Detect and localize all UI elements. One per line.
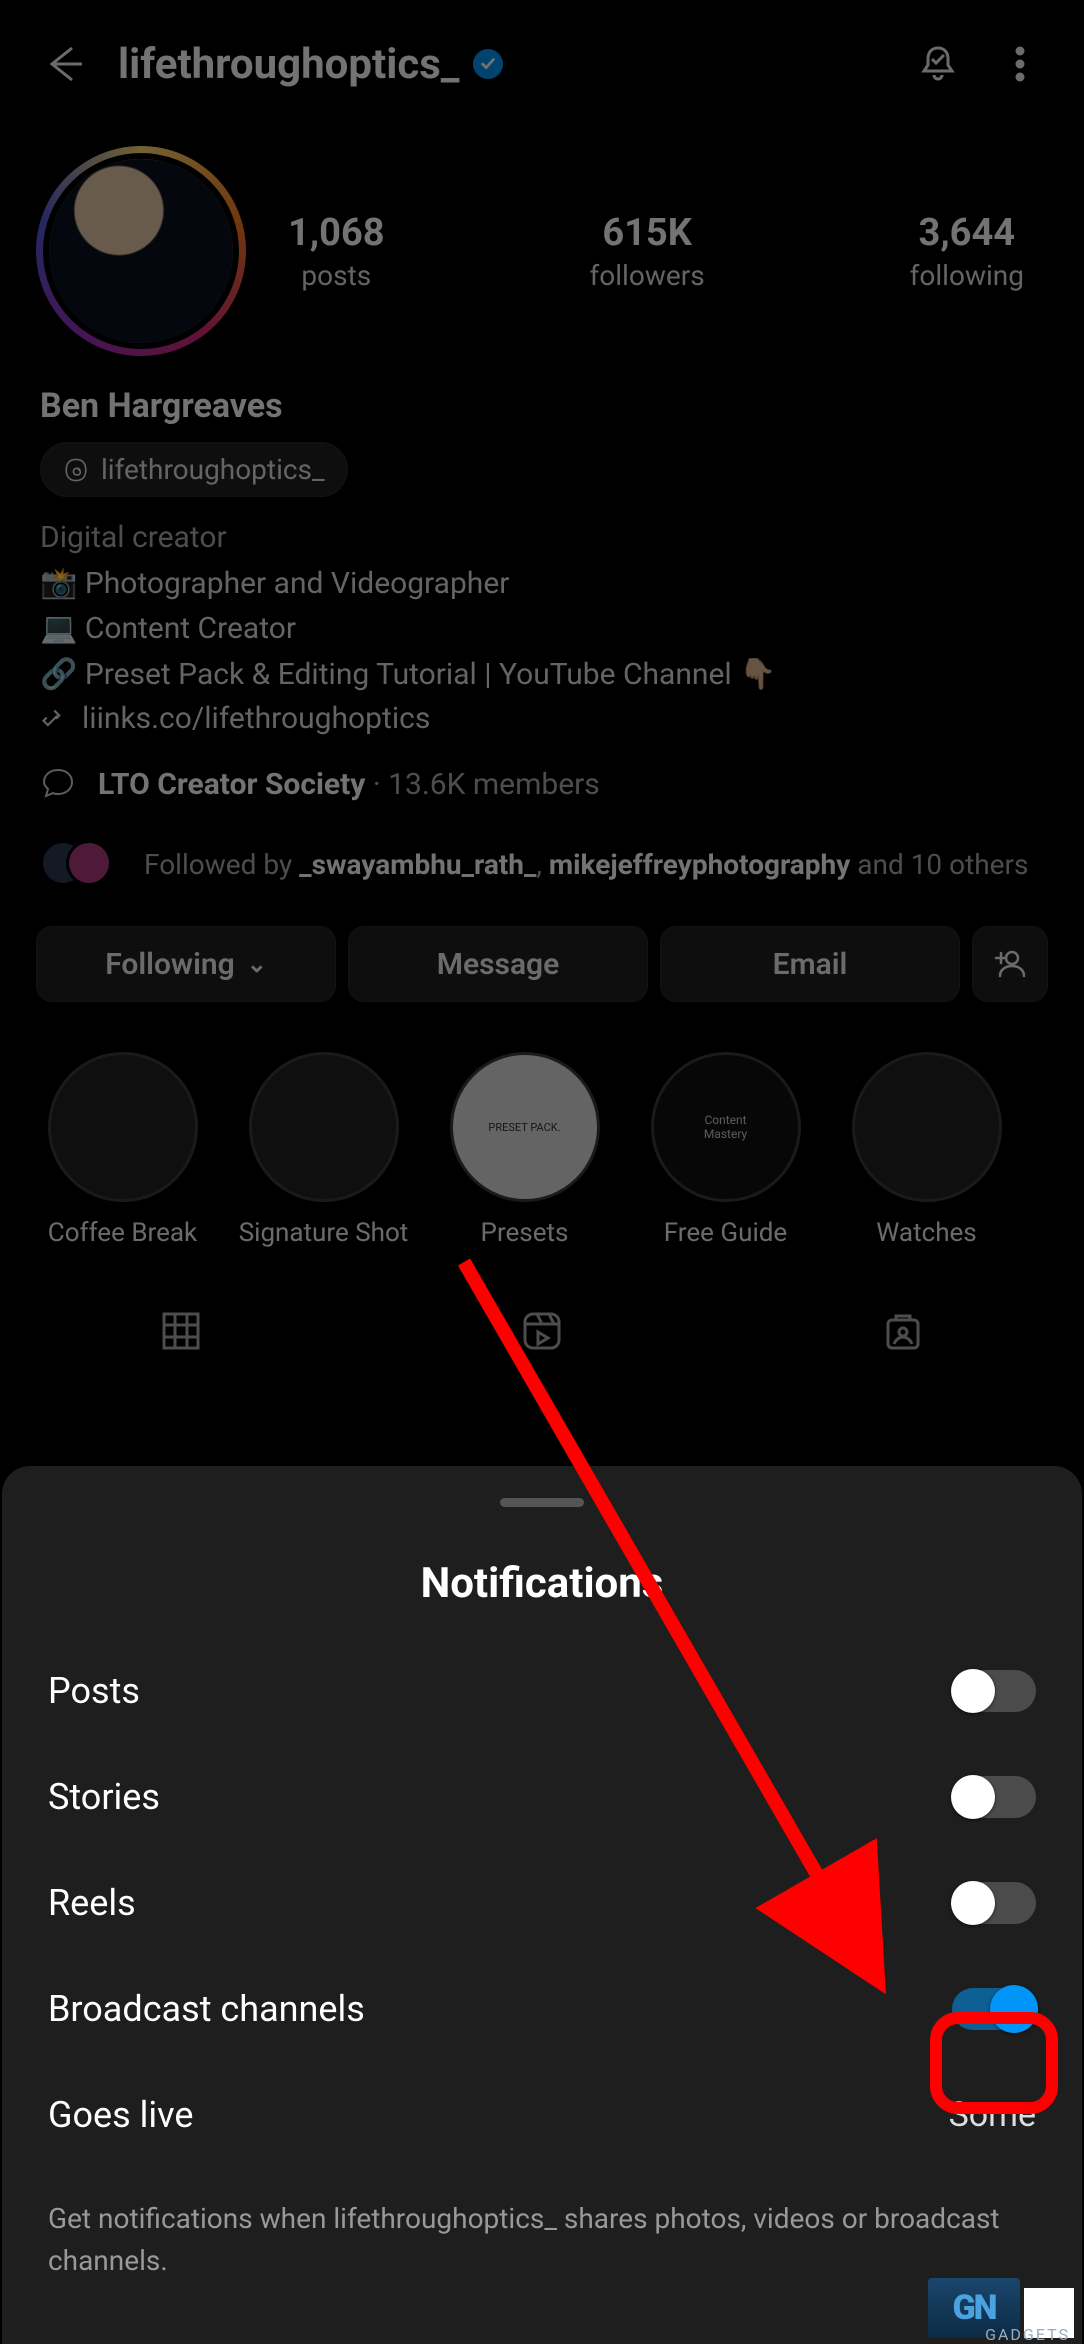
sheet-grabber[interactable] <box>500 1498 584 1507</box>
option-posts-label: Posts <box>48 1670 140 1712</box>
annotation-highlight-box <box>930 2012 1058 2114</box>
toggle-posts[interactable] <box>952 1670 1036 1712</box>
option-stories-label: Stories <box>48 1776 160 1818</box>
notifications-sheet: Notifications Posts Stories Reels Broadc… <box>2 1466 1082 2344</box>
option-reels-label: Reels <box>48 1882 136 1924</box>
toggle-reels[interactable] <box>952 1882 1036 1924</box>
watermark-text: GADGETS <box>985 2325 1070 2344</box>
option-broadcast-label: Broadcast channels <box>48 1988 365 2030</box>
option-reels[interactable]: Reels <box>2 1850 1082 1956</box>
sheet-hint: Get notifications when lifethroughoptics… <box>2 2168 1082 2282</box>
option-broadcast-channels[interactable]: Broadcast channels <box>2 1956 1082 2062</box>
sheet-title: Notifications <box>2 1559 1082 1608</box>
option-goes-live-label: Goes live <box>48 2094 193 2136</box>
toggle-stories[interactable] <box>952 1776 1036 1818</box>
option-goes-live[interactable]: Goes live Some <box>2 2062 1082 2168</box>
option-posts[interactable]: Posts <box>2 1638 1082 1744</box>
option-stories[interactable]: Stories <box>2 1744 1082 1850</box>
